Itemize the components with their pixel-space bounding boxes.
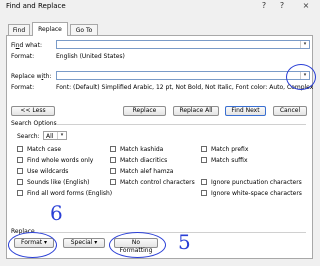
find-dropdown-icon[interactable]: ▾ [300,41,309,48]
tab-go-to[interactable]: Go To [70,24,98,35]
option-label: Ignore punctuation characters [211,179,302,186]
checkbox-prefix[interactable] [201,146,207,152]
special-button[interactable]: Special ▾ [63,238,105,248]
annotation-circle [109,232,166,258]
checkbox-ignore-punctuation[interactable] [201,179,207,185]
find-what-label: Find what: [11,42,42,49]
replace-with-label: Replace with: [11,73,52,80]
minimize-button[interactable]: ? [257,0,271,11]
checkbox-match-case[interactable] [17,146,23,152]
tab-replace[interactable]: Replace [32,22,68,36]
option-label: Ignore white-space characters [211,190,302,197]
checkbox-suffix[interactable] [201,157,207,163]
checkbox-alef-hamza[interactable] [110,168,116,174]
option-label: Match kashida [120,146,164,153]
checkbox-diacritics[interactable] [110,157,116,163]
option-label: Sounds like (English) [27,179,90,186]
divider [56,124,306,125]
option-label: Find all word forms (English) [27,190,113,197]
close-button[interactable]: × [294,0,318,11]
search-label: Search: [17,133,40,140]
checkbox-kashida[interactable] [110,146,116,152]
annotation-circle [8,232,57,258]
replace-with-input[interactable]: ▾ [56,71,310,80]
cancel-button[interactable]: Cancel [273,106,307,116]
replace-format-value: Font: (Default) Simplified Arabic, 12 pt… [56,84,313,91]
checkbox-wildcards[interactable] [17,168,23,174]
option-label: Match prefix [211,146,249,153]
option-label: Match suffix [211,157,248,164]
replace-button[interactable]: Replace [123,106,166,116]
option-label: Find whole words only [27,157,94,164]
less-button[interactable]: << Less [11,106,55,116]
option-label: Match case [27,146,62,153]
divider [40,232,306,233]
checkbox-word-forms[interactable] [17,190,23,196]
search-dropdown-icon[interactable]: ▾ [57,132,66,139]
annotation-digit-6: 6 [50,201,63,225]
option-label: Match diacritics [120,157,168,164]
tab-find[interactable]: Find [8,24,30,35]
help-button[interactable]: ? [275,0,289,11]
annotation-circle [286,64,316,90]
find-format-label: Format: [11,53,35,60]
option-label: Match control characters [120,179,195,186]
checkbox-ignore-whitespace[interactable] [201,190,207,196]
find-format-value: English (United States) [56,53,125,60]
checkbox-sounds-like[interactable] [17,179,23,185]
checkbox-whole-words[interactable] [17,157,23,163]
window-title: Find and Replace [6,2,66,10]
find-next-button[interactable]: Find Next [225,106,266,116]
option-label: Use wildcards [27,168,69,175]
search-direction-select[interactable]: All ▾ [43,131,67,140]
replace-format-label: Format: [11,84,35,91]
search-options-heading: Search Options [11,120,57,127]
checkbox-control-chars[interactable] [110,179,116,185]
option-label: Match alef hamza [120,168,174,175]
replace-all-button[interactable]: Replace All [173,106,219,116]
annotation-digit-5: 5 [178,230,191,254]
find-what-input[interactable]: ▾ [56,40,310,49]
